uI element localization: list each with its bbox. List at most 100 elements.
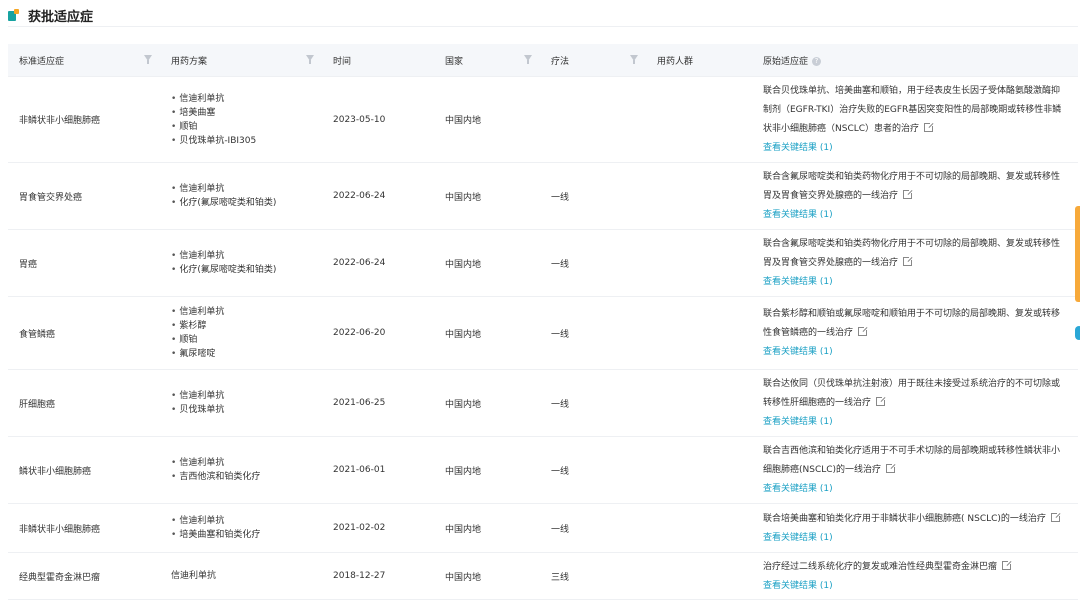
regimen-item: 信迪利单抗 xyxy=(171,305,322,319)
regimen-item: 吉西他滨和铂类化疗 xyxy=(171,470,322,484)
key-results-link[interactable]: 查看关键结果 (1) xyxy=(763,480,1064,498)
cell-country: 中国内地 xyxy=(434,552,540,600)
regimen-item: 信迪利单抗 xyxy=(171,389,322,403)
regimen-item: 紫杉醇 xyxy=(171,319,322,333)
key-results-link[interactable]: 查看关键结果 (1) xyxy=(763,139,1064,157)
cell-regimen: 信迪利单抗培美曲塞和铂类化疗 xyxy=(160,503,322,553)
cell-original: 联合吉西他滨和铂类化疗适用于不可手术切除的局部晚期或转移性鳞状非小细胞肺癌(NS… xyxy=(752,436,1078,504)
cell-therapy: 一线 xyxy=(540,229,646,297)
table-row: 鳞状非小细胞肺癌信迪利单抗吉西他滨和铂类化疗2021-06-01中国内地一线 联合… xyxy=(8,436,1078,504)
regimen-item: 氟尿嘧啶 xyxy=(171,347,322,361)
cell-date: 2018-12-27 xyxy=(322,552,434,600)
cell-therapy: 一线 xyxy=(540,369,646,437)
regimen-item: 信迪利单抗 xyxy=(171,514,322,528)
cell-regimen: 信迪利单抗 xyxy=(160,552,322,600)
cell-indication: 经典型霍奇金淋巴瘤 xyxy=(8,552,160,600)
regimen-item: 信迪利单抗 xyxy=(171,249,322,263)
table-header-row: 标准适应症 用药方案 时间 国家 疗法 用药人群 原始适应症? xyxy=(8,44,1078,77)
cell-date: 2022-06-20 xyxy=(322,296,434,370)
key-results-link[interactable]: 查看关键结果 (1) xyxy=(763,206,1064,224)
cell-indication: 肝细胞癌 xyxy=(8,369,160,437)
cell-regimen: 信迪利单抗贝伐珠单抗 xyxy=(160,369,322,437)
cell-indication: 非鳞状非小细胞肺癌 xyxy=(8,76,160,163)
cell-therapy: 一线 xyxy=(540,503,646,553)
key-results-link[interactable]: 查看关键结果 (1) xyxy=(763,529,1064,547)
cell-date: 2021-06-01 xyxy=(322,436,434,504)
table-row: 食管鳞癌信迪利单抗紫杉醇顺铂氟尿嘧啶2022-06-20中国内地一线 联合紫杉醇和… xyxy=(8,296,1078,370)
key-results-link[interactable]: 查看关键结果 (1) xyxy=(763,343,1064,361)
cell-population xyxy=(646,552,752,600)
cell-date: 2022-06-24 xyxy=(322,229,434,297)
cell-country: 中国内地 xyxy=(434,503,540,553)
table-row: 非鳞状非小细胞肺癌信迪利单抗培美曲塞和铂类化疗2021-02-02中国内地一线 联… xyxy=(8,503,1078,553)
cell-regimen: 信迪利单抗吉西他滨和铂类化疗 xyxy=(160,436,322,504)
filter-icon[interactable] xyxy=(630,55,638,64)
col-therapy: 疗法 xyxy=(540,44,646,77)
external-link-icon[interactable] xyxy=(1002,559,1013,570)
regimen-item: 顺铂 xyxy=(171,120,322,134)
col-date: 时间 xyxy=(322,44,434,77)
regimen-item: 培美曲塞 xyxy=(171,106,322,120)
filter-icon[interactable] xyxy=(144,55,152,64)
cell-population xyxy=(646,436,752,504)
original-text: 联合紫杉醇和顺铂或氟尿嘧啶和顺铂用于不可切除的局部晚期、复发或转移性食管鳞癌的一… xyxy=(763,309,1061,338)
filter-icon[interactable] xyxy=(524,55,532,64)
external-link-icon[interactable] xyxy=(1050,511,1061,522)
cell-population xyxy=(646,76,752,163)
cell-original: 联合含氟尿嘧啶类和铂类药物化疗用于不可切除的局部晚期、复发或转移性胃及胃食管交界… xyxy=(752,162,1078,230)
original-text: 联合达攸同（贝伐珠单抗注射液）用于既往未接受过系统治疗的不可切除或转移性肝细胞癌… xyxy=(763,379,1061,408)
external-link-icon[interactable] xyxy=(924,122,935,132)
key-results-link[interactable]: 查看关键结果 (1) xyxy=(763,413,1064,431)
external-link-icon[interactable] xyxy=(903,256,914,266)
help-icon[interactable]: ? xyxy=(812,56,822,66)
key-results-link[interactable]: 查看关键结果 (1) xyxy=(763,577,1064,595)
cell-therapy: 一线 xyxy=(540,436,646,504)
cell-date: 2021-02-02 xyxy=(322,503,434,553)
cell-population xyxy=(646,503,752,553)
indications-table: 标准适应症 用药方案 时间 国家 疗法 用药人群 原始适应症? 非鳞状非小细胞肺… xyxy=(8,44,1078,600)
table-row: 胃癌信迪利单抗化疗(氟尿嘧啶类和铂类)2022-06-24中国内地一线 联合含氟尿… xyxy=(8,229,1078,297)
side-float-button[interactable] xyxy=(1075,326,1080,340)
col-population: 用药人群 xyxy=(646,44,752,77)
regimen-item: 信迪利单抗 xyxy=(171,92,322,106)
cell-country: 中国内地 xyxy=(434,296,540,370)
cell-population xyxy=(646,162,752,230)
key-results-link[interactable]: 查看关键结果 (1) xyxy=(763,273,1064,291)
table-row: 经典型霍奇金淋巴瘤 信迪利单抗 2018-12-27 中国内地 三线 治疗经过二线系统化疗… xyxy=(8,552,1078,600)
cell-indication: 非鳞状非小细胞肺癌 xyxy=(8,503,160,553)
regimen-item: 顺铂 xyxy=(171,333,322,347)
cell-indication: 食管鳞癌 xyxy=(8,296,160,370)
col-country: 国家 xyxy=(434,44,540,77)
section-icon xyxy=(8,9,20,21)
cell-regimen: 信迪利单抗培美曲塞顺铂贝伐珠单抗-IBI305 xyxy=(160,76,322,163)
cell-regimen: 信迪利单抗化疗(氟尿嘧啶类和铂类) xyxy=(160,229,322,297)
external-link-icon[interactable] xyxy=(876,396,887,406)
cell-population xyxy=(646,296,752,370)
regimen-item: 贝伐珠单抗-IBI305 xyxy=(171,134,322,148)
regimen-item: 化疗(氟尿嘧啶类和铂类) xyxy=(171,263,322,277)
side-feedback-tab[interactable] xyxy=(1075,206,1080,302)
external-link-icon[interactable] xyxy=(858,326,869,336)
table-row: 肝细胞癌信迪利单抗贝伐珠单抗2021-06-25中国内地一线 联合达攸同（贝伐珠单… xyxy=(8,369,1078,437)
cell-original: 联合含氟尿嘧啶类和铂类药物化疗用于不可切除的局部晚期、复发或转移性胃及胃食管交界… xyxy=(752,229,1078,297)
regimen-item: 化疗(氟尿嘧啶类和铂类) xyxy=(171,196,322,210)
regimen-item: 培美曲塞和铂类化疗 xyxy=(171,528,322,542)
section-header: 获批适应症 xyxy=(8,4,1078,27)
cell-therapy xyxy=(540,76,646,163)
regimen-item: 信迪利单抗 xyxy=(171,182,322,196)
col-original: 原始适应症? xyxy=(752,44,1078,77)
cell-country: 中国内地 xyxy=(434,76,540,163)
table-row: 非鳞状非小细胞肺癌信迪利单抗培美曲塞顺铂贝伐珠单抗-IBI3052023-05-… xyxy=(8,76,1078,163)
cell-regimen: 信迪利单抗化疗(氟尿嘧啶类和铂类) xyxy=(160,162,322,230)
cell-date: 2023-05-10 xyxy=(322,76,434,163)
cell-date: 2021-06-25 xyxy=(322,369,434,437)
external-link-icon[interactable] xyxy=(886,463,897,473)
col-indication: 标准适应症 xyxy=(8,44,160,77)
cell-therapy: 一线 xyxy=(540,296,646,370)
external-link-icon[interactable] xyxy=(903,189,914,199)
cell-country: 中国内地 xyxy=(434,162,540,230)
filter-icon[interactable] xyxy=(306,55,314,64)
original-text: 联合培美曲塞和铂类化疗用于非鳞状非小细胞肺癌( NSCLC)的一线治疗 xyxy=(763,513,1046,524)
cell-regimen: 信迪利单抗紫杉醇顺铂氟尿嘧啶 xyxy=(160,296,322,370)
cell-population xyxy=(646,369,752,437)
